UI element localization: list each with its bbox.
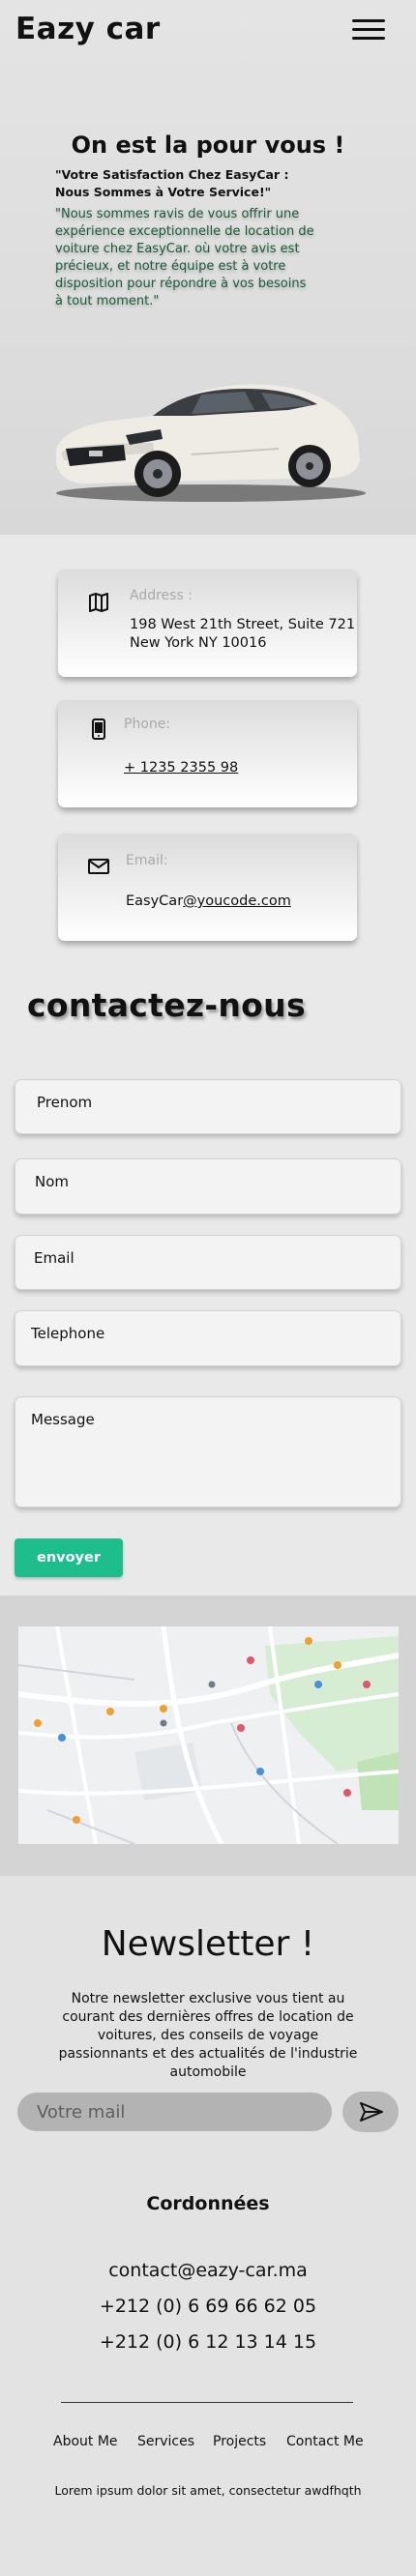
hero-quote: "Nous sommes ravis de vous offrir une ex…	[55, 207, 314, 308]
contact-title: contactez-nous	[27, 986, 306, 1024]
email-value[interactable]: EasyCar@youcode.com	[126, 893, 291, 911]
contact-email[interactable]: contact@eazy-car.ma	[0, 2260, 416, 2281]
nav-services[interactable]: Services	[137, 2434, 194, 2449]
map-icon	[89, 593, 108, 612]
prenom-placeholder: Prenom	[37, 1094, 93, 1111]
newsletter-send-button[interactable]	[342, 2092, 399, 2132]
hero-subtitle: "Votre Satisfaction Chez EasyCar : Nous …	[55, 167, 289, 199]
address-line1: 198 West 21th Street, Suite 721	[130, 617, 356, 632]
message-field[interactable]: Message	[15, 1396, 401, 1508]
send-button[interactable]: envoyer	[15, 1538, 123, 1577]
nom-placeholder: Nom	[35, 1173, 70, 1190]
phone-label: Phone:	[124, 717, 171, 732]
address-label: Address :	[130, 588, 193, 603]
message-placeholder: Message	[31, 1411, 95, 1428]
newsletter-text: Notre newsletter exclusive vous tient au…	[58, 1991, 358, 2080]
coordinates-title: Cordonnées	[146, 2193, 270, 2214]
phone-link[interactable]: + 1235 2355 98	[124, 759, 238, 777]
newsletter-email-input[interactable]	[17, 2093, 332, 2131]
nav-projects[interactable]: Projects	[213, 2434, 266, 2449]
telephone-field[interactable]: Telephone	[15, 1310, 401, 1366]
email-field[interactable]: Email	[15, 1235, 401, 1290]
street-map[interactable]	[18, 1626, 399, 1844]
contact-phone-2[interactable]: +212 (0) 6 12 13 14 15	[0, 2331, 416, 2353]
email-prefix: EasyCar	[126, 893, 184, 909]
telephone-placeholder: Telephone	[31, 1325, 105, 1342]
phone-icon	[92, 718, 105, 740]
paper-plane-icon	[360, 2102, 383, 2122]
contact-phone-1[interactable]: +212 (0) 6 69 66 62 05	[0, 2296, 416, 2317]
email-domain-link[interactable]: @youcode.com	[183, 893, 291, 909]
nav-about[interactable]: About Me	[53, 2434, 118, 2449]
email-label: Email:	[126, 853, 168, 868]
footer-text: Lorem ipsum dolor sit amet, consectetur …	[54, 2483, 362, 2498]
email-card: Email: EasyCar@youcode.com	[58, 834, 357, 941]
address-card: Address : 198 West 21th Street, Suite 72…	[58, 570, 357, 677]
footer	[0, 1876, 416, 2576]
address-line2: New York NY 10016	[130, 635, 267, 651]
email-placeholder: Email	[34, 1249, 74, 1267]
newsletter-title: Newsletter !	[101, 1924, 315, 1964]
nav-contact[interactable]: Contact Me	[286, 2434, 364, 2449]
envelope-icon	[88, 859, 109, 874]
footer-divider	[61, 2402, 353, 2403]
phone-card: Phone: + 1235 2355 98	[58, 700, 357, 807]
nom-field[interactable]: Nom	[15, 1158, 401, 1215]
hamburger-menu-icon[interactable]	[352, 19, 385, 41]
hero-title: On est la pour vous !	[71, 132, 345, 159]
brand-logo[interactable]: Eazy car	[15, 12, 161, 46]
car-image	[56, 384, 366, 502]
prenom-field[interactable]: Prenom	[15, 1079, 401, 1134]
